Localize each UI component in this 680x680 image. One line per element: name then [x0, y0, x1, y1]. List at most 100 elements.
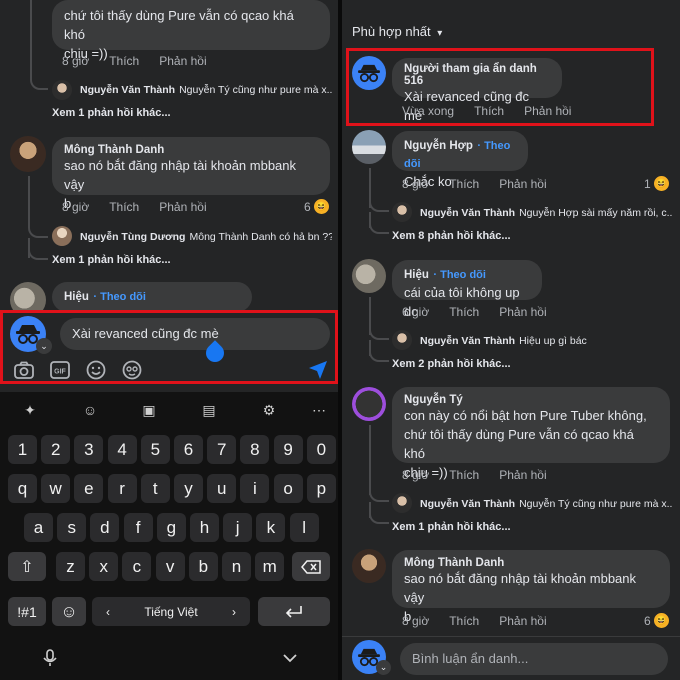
like-button[interactable]: Thích — [109, 54, 139, 68]
key-4[interactable]: 4 — [107, 435, 137, 464]
key-z[interactable]: z — [56, 552, 85, 581]
avatar[interactable] — [352, 387, 386, 421]
ai-sparkle-icon[interactable]: ✦ — [20, 400, 40, 420]
key-y[interactable]: y — [174, 474, 203, 503]
comment-bubble: Mông Thành Danh sao nó bắt đăng nhập tài… — [392, 550, 670, 624]
follow-button[interactable]: · Theo dõi — [93, 291, 146, 303]
key-v[interactable]: v — [155, 552, 185, 581]
view-more-replies[interactable]: Xem 1 phản hồi khác... — [52, 254, 171, 266]
avatar[interactable] — [352, 549, 386, 583]
emoji-keyboard-icon[interactable]: ☺ — [80, 400, 100, 420]
key-7[interactable]: 7 — [207, 435, 237, 464]
avatar[interactable] — [392, 330, 412, 350]
avatar[interactable] — [10, 136, 46, 172]
reply-author: Nguyễn Văn Thành — [420, 207, 516, 219]
like-button[interactable]: Thích — [449, 177, 479, 191]
avatar[interactable] — [352, 259, 386, 293]
reply-button[interactable]: Phản hồi — [159, 54, 206, 68]
reaction-count[interactable]: 6 😆 — [644, 613, 669, 628]
key-a[interactable]: a — [24, 513, 53, 542]
key-d[interactable]: d — [90, 513, 120, 542]
avatar[interactable] — [392, 202, 412, 222]
key-e[interactable]: e — [74, 474, 104, 503]
key-s[interactable]: s — [57, 513, 87, 542]
key-3[interactable]: 3 — [74, 435, 104, 464]
view-more-replies[interactable]: Xem 8 phản hồi khác... — [392, 230, 511, 242]
view-more-replies[interactable]: Xem 1 phản hồi khác... — [392, 521, 511, 533]
reply-button[interactable]: Phản hồi — [499, 614, 546, 628]
hide-keyboard-icon[interactable] — [280, 648, 300, 668]
like-button[interactable]: Thích — [449, 305, 479, 319]
comment-author[interactable]: Nguyễn Hợp — [404, 140, 473, 152]
key-n[interactable]: n — [222, 552, 251, 581]
enter-key[interactable] — [258, 597, 330, 626]
reply-button[interactable]: Phản hồi — [499, 305, 546, 319]
avatar[interactable] — [352, 130, 386, 164]
reply-preview[interactable]: Nguyễn Văn Thành Hiệu up gì bác — [420, 335, 672, 347]
reply-preview[interactable]: Nguyễn Tùng Dương Mông Thành Danh có hả b… — [80, 231, 332, 243]
reply-preview[interactable]: Nguyễn Văn Thành Nguyễn Tý cũng như pure … — [80, 84, 332, 96]
comment-author[interactable]: Nguyễn Tý — [404, 394, 658, 406]
reply-preview[interactable]: Nguyễn Văn Thành Nguyễn Hợp sài mấy năm r… — [420, 207, 672, 219]
comment-input[interactable]: Bình luận ẩn danh... — [400, 643, 668, 675]
avatar[interactable] — [52, 80, 72, 100]
key-i[interactable]: i — [240, 474, 270, 503]
key-0[interactable]: 0 — [306, 435, 336, 464]
key-2[interactable]: 2 — [41, 435, 71, 464]
microphone-icon[interactable] — [40, 648, 60, 668]
settings-gear-icon[interactable]: ⚙ — [259, 400, 279, 420]
avatar[interactable] — [52, 226, 72, 246]
key-q[interactable]: q — [8, 474, 37, 503]
reply-button[interactable]: Phản hồi — [499, 468, 546, 482]
key-l[interactable]: l — [289, 513, 319, 542]
key-1[interactable]: 1 — [8, 435, 37, 464]
key-u[interactable]: u — [207, 474, 237, 503]
comment-author[interactable]: Mông Thành Danh — [404, 557, 658, 569]
key-r[interactable]: r — [107, 474, 137, 503]
key-w[interactable]: w — [41, 474, 71, 503]
like-button[interactable]: Thích — [449, 468, 479, 482]
key-k[interactable]: k — [256, 513, 286, 542]
key-6[interactable]: 6 — [174, 435, 203, 464]
more-options-icon[interactable]: ⋯ — [309, 400, 329, 420]
key-c[interactable]: c — [122, 552, 152, 581]
view-more-replies[interactable]: Xem 2 phản hồi khác... — [392, 358, 511, 370]
comment-actions: 8 giờ Thích Phản hồi — [402, 614, 547, 628]
space-key[interactable]: ‹ Tiếng Việt › — [92, 597, 250, 626]
key-5[interactable]: 5 — [140, 435, 170, 464]
key-t[interactable]: t — [140, 474, 170, 503]
sort-dropdown[interactable]: Phù hợp nhất ▾ — [352, 24, 442, 39]
follow-button[interactable]: · Theo dõi — [433, 269, 486, 281]
clipboard-icon[interactable]: ▤ — [199, 400, 219, 420]
reply-button[interactable]: Phản hồi — [499, 177, 546, 191]
key-f[interactable]: f — [123, 513, 153, 542]
sticker-icon[interactable]: ▣ — [139, 400, 159, 420]
key-m[interactable]: m — [255, 552, 285, 581]
key-o[interactable]: o — [273, 474, 303, 503]
reaction-count[interactable]: 1 😆 — [644, 176, 669, 191]
comment-author[interactable]: Hiệu — [64, 291, 89, 303]
key-p[interactable]: p — [306, 474, 336, 503]
shift-key[interactable]: ⇧ — [8, 552, 46, 581]
reply-preview[interactable]: Nguyễn Văn Thành Nguyễn Tý cũng như pure … — [420, 498, 672, 510]
key-h[interactable]: h — [190, 513, 219, 542]
key-j[interactable]: j — [223, 513, 253, 542]
key-b[interactable]: b — [188, 552, 218, 581]
key-8[interactable]: 8 — [240, 435, 270, 464]
reaction-count[interactable]: 6 😆 — [304, 199, 329, 214]
like-button[interactable]: Thích — [449, 614, 479, 628]
like-button[interactable]: Thích — [109, 200, 139, 214]
reply-button[interactable]: Phản hồi — [159, 200, 206, 214]
key-x[interactable]: x — [89, 552, 119, 581]
view-more-replies[interactable]: Xem 1 phản hồi khác... — [52, 107, 171, 119]
key-g[interactable]: g — [156, 513, 186, 542]
key-9[interactable]: 9 — [273, 435, 303, 464]
comment-author[interactable]: Mông Thành Danh — [64, 144, 318, 156]
avatar[interactable] — [392, 493, 412, 513]
chevron-down-icon[interactable]: ⌄ — [376, 660, 391, 675]
symbols-key[interactable]: !#1 — [8, 597, 46, 626]
backspace-key[interactable] — [292, 552, 330, 581]
comment-author[interactable]: Hiệu — [404, 269, 429, 281]
emoji-key[interactable]: ☺ — [52, 597, 86, 626]
thread-elbow — [369, 224, 389, 234]
